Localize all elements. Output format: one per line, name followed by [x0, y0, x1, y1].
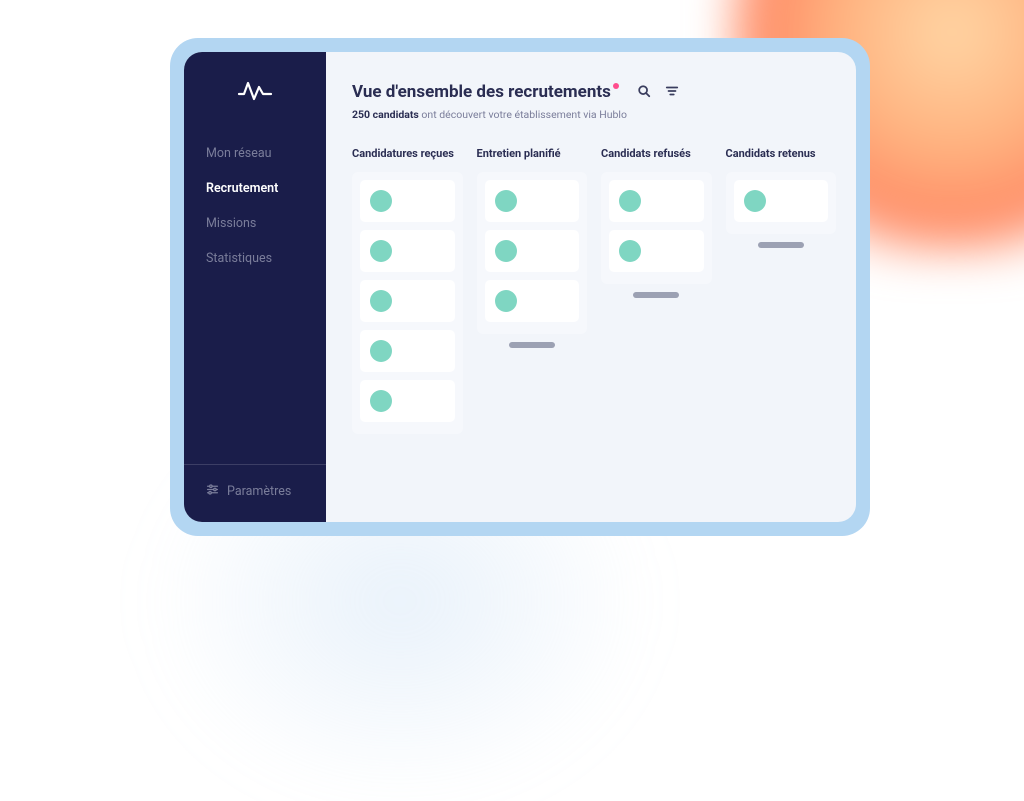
filter-icon	[665, 83, 679, 102]
avatar	[619, 190, 641, 212]
column-cards	[352, 172, 463, 434]
candidate-card[interactable]	[609, 230, 704, 272]
candidate-card[interactable]	[734, 180, 829, 222]
add-card-handle[interactable]	[758, 242, 804, 248]
candidate-card[interactable]	[360, 180, 455, 222]
avatar	[744, 190, 766, 212]
settings-link[interactable]: Paramètres	[206, 483, 326, 500]
kanban-column: Candidatures reçues	[352, 147, 463, 522]
sidebar-footer: Paramètres	[184, 464, 326, 522]
column-header: Candidatures reçues	[352, 147, 463, 160]
logo[interactable]	[184, 78, 326, 106]
header-actions	[635, 83, 681, 101]
kanban-column: Entretien planifié	[477, 147, 588, 522]
avatar	[370, 340, 392, 362]
sidebar: Mon réseau Recrutement Missions Statisti…	[184, 52, 326, 522]
page-title-text: Vue d'ensemble des recrutements	[352, 82, 611, 102]
page-title: Vue d'ensemble des recrutements	[352, 82, 619, 102]
avatar	[495, 240, 517, 262]
screen: Mon réseau Recrutement Missions Statisti…	[184, 52, 856, 522]
avatar	[495, 190, 517, 212]
column-header: Candidats refusés	[601, 147, 712, 160]
candidate-card[interactable]	[360, 280, 455, 322]
sliders-icon	[206, 483, 219, 500]
tablet-frame: Mon réseau Recrutement Missions Statisti…	[170, 38, 870, 536]
sidebar-item-statistics[interactable]: Statistiques	[206, 251, 326, 266]
candidate-card[interactable]	[609, 180, 704, 222]
avatar	[619, 240, 641, 262]
subtitle-count: 250 candidats	[352, 108, 419, 121]
candidate-card[interactable]	[360, 330, 455, 372]
page-subtitle: 250 candidats ont découvert votre établi…	[352, 108, 836, 121]
add-card-handle[interactable]	[509, 342, 555, 348]
search-icon	[637, 83, 651, 102]
avatar	[495, 290, 517, 312]
sidebar-nav: Mon réseau Recrutement Missions Statisti…	[184, 146, 326, 464]
candidate-card[interactable]	[485, 280, 580, 322]
candidate-card[interactable]	[360, 380, 455, 422]
candidate-card[interactable]	[485, 230, 580, 272]
sidebar-item-missions[interactable]: Missions	[206, 216, 326, 231]
avatar	[370, 390, 392, 412]
subtitle-rest: ont découvert votre établissement via Hu…	[419, 108, 627, 121]
main-content: Vue d'ensemble des recrutements	[326, 52, 856, 522]
kanban-column: Candidats retenus	[726, 147, 837, 522]
column-cards	[601, 172, 712, 284]
pulse-icon	[237, 78, 273, 106]
page-header: Vue d'ensemble des recrutements	[352, 82, 836, 102]
column-cards	[477, 172, 588, 334]
add-card-handle[interactable]	[633, 292, 679, 298]
candidate-card[interactable]	[485, 180, 580, 222]
kanban-column: Candidats refusés	[601, 147, 712, 522]
avatar	[370, 240, 392, 262]
kanban-board: Candidatures reçues Entretien planifié Can…	[352, 147, 836, 522]
search-button[interactable]	[635, 83, 653, 101]
sidebar-item-recruitment[interactable]: Recrutement	[206, 181, 326, 196]
sidebar-item-network[interactable]: Mon réseau	[206, 146, 326, 161]
avatar	[370, 290, 392, 312]
column-cards	[726, 172, 837, 234]
notification-dot	[613, 83, 619, 89]
settings-link-label: Paramètres	[227, 484, 291, 499]
column-header: Candidats retenus	[726, 147, 837, 160]
filter-button[interactable]	[663, 83, 681, 101]
candidate-card[interactable]	[360, 230, 455, 272]
avatar	[370, 190, 392, 212]
column-header: Entretien planifié	[477, 147, 588, 160]
